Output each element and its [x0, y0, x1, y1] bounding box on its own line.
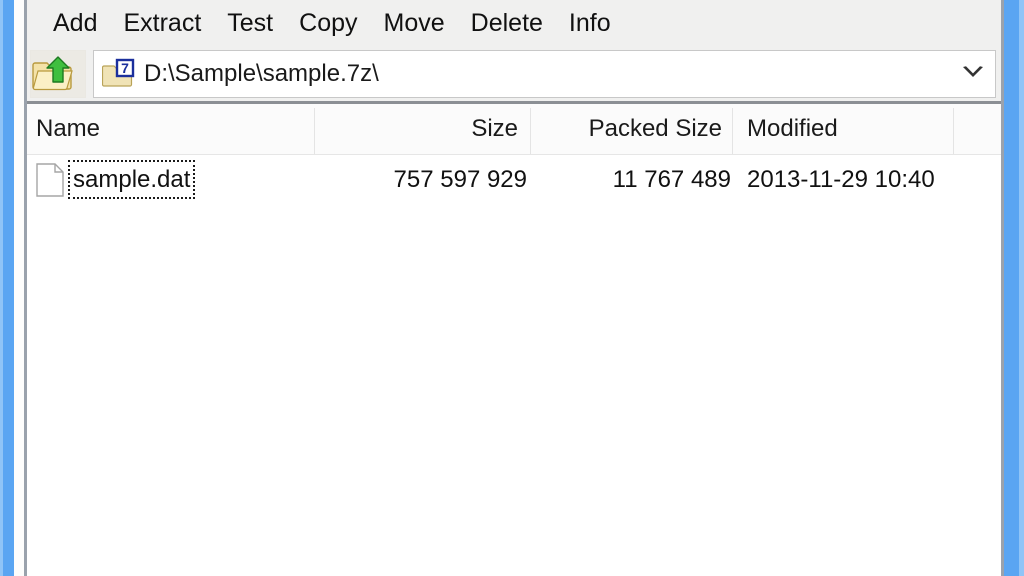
info-button[interactable]: Info: [556, 10, 624, 36]
toolbar: Add Extract Test Copy Move Delete Info: [27, 0, 1003, 46]
table-row[interactable]: sample.dat 757 597 929 11 767 489 2013-1…: [27, 157, 1003, 203]
address-combobox[interactable]: 7 D:\Sample\sample.7z\: [93, 50, 996, 98]
column-header-modified[interactable]: Modified: [747, 104, 953, 154]
window-border-left-gap: [14, 0, 24, 576]
address-path-text: D:\Sample\sample.7z\: [144, 60, 379, 87]
folder-up-arrow-icon: [31, 56, 85, 101]
client-area: Add Extract Test Copy Move Delete Info 7…: [27, 0, 1003, 576]
svg-text:7: 7: [121, 60, 129, 76]
file-name-cell[interactable]: sample.dat: [68, 160, 196, 199]
column-divider-modified[interactable]: [953, 108, 954, 154]
address-bar: 7 D:\Sample\sample.7z\: [27, 46, 1003, 101]
test-button[interactable]: Test: [214, 10, 286, 36]
column-divider-packed-size[interactable]: [732, 108, 733, 154]
window-border-right[interactable]: [1004, 0, 1019, 576]
file-icon: [36, 163, 64, 197]
7z-archive-icon: 7: [102, 58, 136, 90]
window-frame: Add Extract Test Copy Move Delete Info 7…: [0, 0, 1024, 576]
column-header-size[interactable]: Size: [315, 104, 527, 154]
file-list-header: Name Size Packed Size Modified: [27, 104, 1003, 155]
file-list-view[interactable]: Name Size Packed Size Modified sample.da…: [27, 104, 1003, 576]
delete-button[interactable]: Delete: [458, 10, 556, 36]
move-button[interactable]: Move: [371, 10, 458, 36]
file-modified-cell: 2013-11-29 10:40: [747, 166, 935, 193]
file-size-cell: 757 597 929: [393, 166, 527, 193]
copy-button[interactable]: Copy: [286, 10, 370, 36]
up-one-level-button[interactable]: [30, 50, 86, 98]
file-packed-size-cell: 11 767 489: [612, 166, 731, 193]
window-border-left[interactable]: [3, 0, 14, 576]
column-header-name[interactable]: Name: [36, 104, 314, 154]
extract-button[interactable]: Extract: [110, 10, 214, 36]
window-border-right-outer: [1019, 0, 1024, 576]
add-button[interactable]: Add: [40, 10, 110, 36]
chevron-down-icon: [962, 65, 984, 84]
column-header-packed-size[interactable]: Packed Size: [531, 104, 731, 154]
file-name-text: sample.dat: [73, 165, 191, 193]
address-dropdown-button[interactable]: [951, 51, 995, 97]
